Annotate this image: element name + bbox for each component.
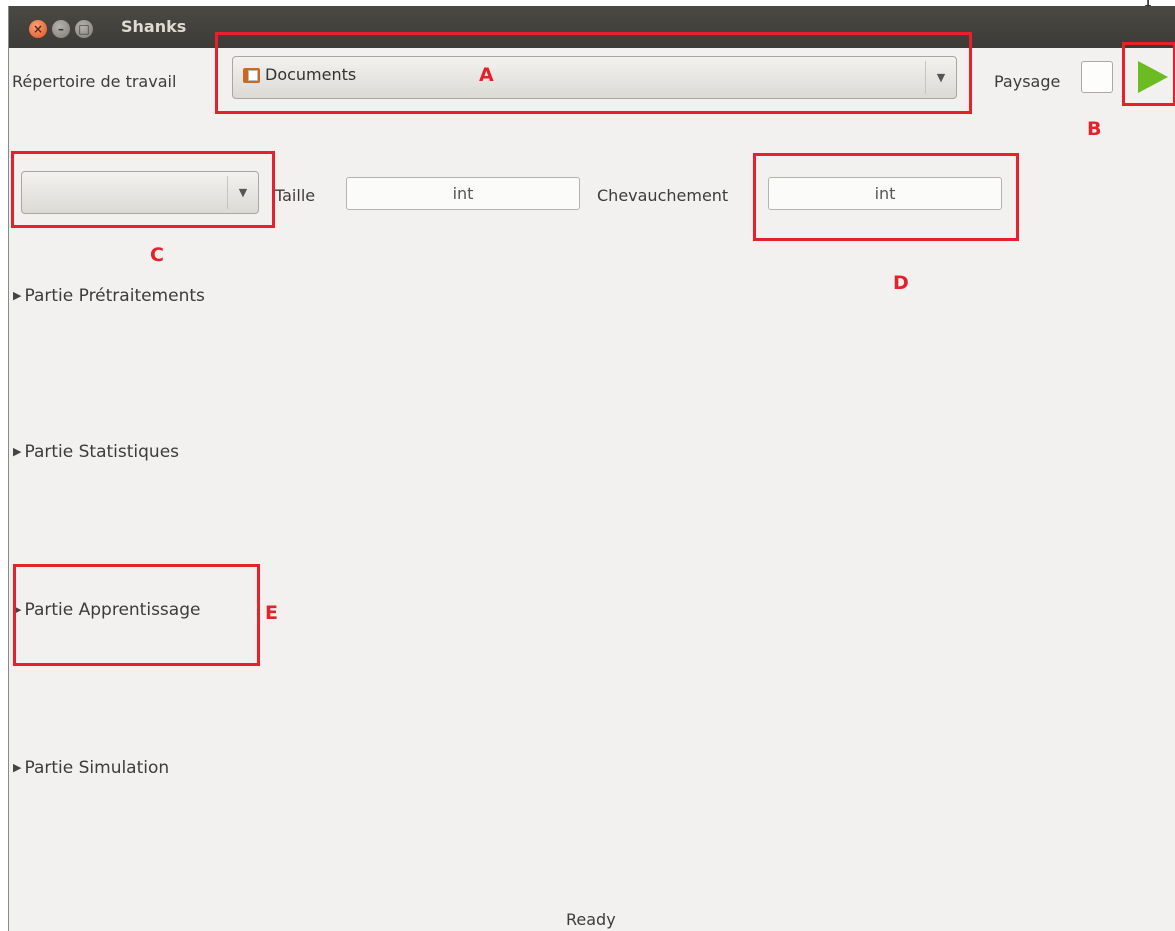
section-statistics[interactable]: ▶ Partie Statistiques [13, 442, 179, 462]
annotation-label-e: E [265, 602, 278, 624]
size-label: Taille [275, 186, 316, 205]
expander-icon: ▶ [13, 445, 22, 458]
annotation-label-c: C [150, 244, 164, 266]
status-text: Ready [566, 910, 616, 929]
window-title: Shanks [121, 17, 187, 36]
annotation-label-a: A [479, 64, 494, 86]
section-preprocessing[interactable]: ▶ Partie Prétraitements [13, 286, 205, 306]
annotation-box-b [1122, 42, 1175, 106]
app-window: × – □ Shanks Répertoire de travail Docum… [8, 6, 1175, 931]
section-simulation[interactable]: ▶ Partie Simulation [13, 758, 169, 778]
minimize-icon[interactable]: – [52, 20, 70, 38]
annotation-box-e [13, 564, 260, 666]
maximize-icon[interactable]: □ [75, 20, 93, 38]
section-label: Partie Prétraitements [24, 286, 205, 306]
workdir-label: Répertoire de travail [12, 72, 177, 91]
annotation-label-d: D [893, 272, 909, 294]
section-label: Partie Statistiques [24, 442, 180, 462]
expander-icon: ▶ [13, 289, 22, 302]
landscape-checkbox[interactable] [1081, 61, 1113, 93]
overlap-label: Chevauchement [597, 186, 729, 205]
annotation-label-b: B [1087, 118, 1102, 140]
annotation-box-c [11, 151, 275, 228]
landscape-label: Paysage [994, 72, 1061, 91]
size-input[interactable] [346, 177, 580, 210]
annotation-box-d [753, 153, 1019, 241]
close-icon[interactable]: × [29, 20, 47, 38]
section-label: Partie Simulation [24, 758, 170, 778]
annotation-box-a [215, 32, 972, 114]
expander-icon: ▶ [13, 761, 22, 774]
